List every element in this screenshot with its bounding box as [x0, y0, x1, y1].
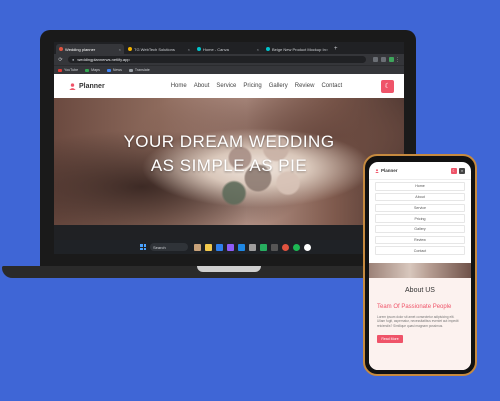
hero-title-line2: AS SIMPLE AS PIE: [150, 156, 308, 175]
hero-title-line1: YOUR DREAM WEDDING: [123, 132, 335, 151]
widgets-icon[interactable]: [194, 243, 201, 251]
nav-service[interactable]: Service: [216, 83, 236, 89]
laptop-notch: [197, 266, 261, 272]
address-bar[interactable]: ● weddingplannerws.netlify.app: [68, 56, 366, 63]
site-header: Planner Home About Service Pricing Galle…: [54, 74, 404, 98]
menu-dots-icon[interactable]: ⋮: [394, 57, 401, 63]
close-tab-icon[interactable]: ×: [188, 47, 190, 52]
main-nav: Home About Service Pricing Gallery Revie…: [171, 83, 349, 89]
site-logo[interactable]: Planner: [69, 83, 105, 90]
mobile-nav-gallery[interactable]: Gallery: [375, 224, 465, 234]
reload-icon[interactable]: ⟳: [57, 57, 64, 63]
terminal-icon[interactable]: [249, 243, 256, 251]
settings-icon[interactable]: [271, 243, 278, 251]
laptop-screen: Wedding planner × TG WebTech Solutions ×…: [54, 42, 404, 254]
phone-screen: Planner ☾ × Home About Service Pricing G…: [369, 162, 471, 370]
nav-about[interactable]: About: [194, 83, 210, 89]
lock-icon: ●: [72, 57, 75, 62]
bookmark-label: YouTube: [64, 68, 79, 72]
mobile-nav-pricing[interactable]: Pricing: [375, 214, 465, 223]
close-tab-icon[interactable]: ×: [326, 47, 328, 52]
browser-tabbar: Wedding planner × TG WebTech Solutions ×…: [54, 42, 404, 54]
mobile-header: Planner ☾ ×: [369, 162, 471, 180]
bookmark-translate[interactable]: Translate: [128, 68, 150, 72]
bookmark-news[interactable]: News: [106, 68, 122, 72]
bookmark-youtube[interactable]: YouTube: [58, 68, 78, 72]
close-tab-icon[interactable]: ×: [119, 47, 121, 52]
nav-contact[interactable]: Contact: [321, 83, 342, 89]
windows-start-icon[interactable]: [140, 244, 146, 250]
nav-review[interactable]: Review: [295, 83, 315, 89]
mobile-hero-image: [369, 262, 471, 278]
mobile-nav-review[interactable]: Review: [375, 235, 465, 245]
mobile-nav-service[interactable]: Service: [375, 203, 465, 213]
windows-taskbar: Search ENG IN: [54, 240, 404, 254]
bookmark-label: News: [112, 68, 122, 72]
browser-toolbar: ⟳ ● weddingplannerws.netlify.app ⋮: [54, 54, 404, 65]
app-icon[interactable]: [304, 243, 311, 251]
browser-tab-2[interactable]: TG WebTech Solutions ×: [125, 44, 193, 54]
mobile-logo[interactable]: Planner: [375, 168, 398, 173]
store-icon[interactable]: [216, 243, 223, 251]
mobile-nav-home[interactable]: Home: [375, 182, 465, 191]
maps-icon: [85, 68, 90, 72]
close-tab-icon[interactable]: ×: [257, 47, 259, 52]
app-icon[interactable]: [260, 243, 267, 251]
about-paragraph: Lorem ipsum dolor sit amet consectetur a…: [377, 314, 459, 328]
tab-label: Wedding planner: [65, 46, 96, 52]
tab-label: Home - Canva: [203, 46, 229, 52]
chrome-icon[interactable]: [282, 243, 289, 251]
team-heading: Team Of Passionate People: [377, 303, 452, 310]
favicon-icon: [197, 47, 201, 51]
bookmark-label: Translate: [134, 68, 150, 72]
moon-icon[interactable]: ☾: [451, 167, 457, 174]
vscode-icon[interactable]: [238, 243, 245, 251]
bookmark-label: Maps: [91, 68, 100, 72]
read-more-button[interactable]: Read More: [377, 334, 403, 343]
browser-tab-4[interactable]: Beige New Product Mockup In ×: [263, 44, 331, 54]
logo-text: Planner: [79, 82, 105, 90]
mobile-header-buttons: ☾ ×: [449, 167, 465, 174]
bookmarks-bar: YouTube Maps News Translate: [54, 65, 404, 74]
close-menu-icon[interactable]: ×: [459, 167, 465, 174]
file-explorer-icon[interactable]: [205, 243, 212, 251]
news-icon: [106, 68, 111, 72]
favicon-icon: [128, 47, 132, 51]
tab-label: Beige New Product Mockup In: [272, 46, 326, 52]
url-text: weddingplannerws.netlify.app: [77, 57, 130, 62]
mobile-nav-contact[interactable]: Contact: [375, 246, 465, 255]
favicon-icon: [59, 47, 63, 51]
taskbar-search[interactable]: Search: [150, 243, 188, 251]
nav-pricing[interactable]: Pricing: [243, 83, 261, 89]
visual-studio-icon[interactable]: [227, 243, 234, 251]
bookmark-maps[interactable]: Maps: [85, 68, 100, 72]
browser-tab-1[interactable]: Wedding planner ×: [56, 44, 124, 54]
dark-mode-toggle[interactable]: ☾: [381, 79, 394, 93]
spotify-icon[interactable]: [293, 243, 300, 251]
youtube-icon: [58, 68, 62, 72]
nav-home[interactable]: Home: [171, 83, 187, 89]
favicon-icon: [266, 47, 270, 51]
moon-icon: ☾: [384, 83, 391, 90]
user-icon: [375, 168, 379, 173]
translate-icon: [128, 68, 133, 72]
about-title: About US: [405, 286, 435, 294]
nav-gallery[interactable]: Gallery: [269, 83, 288, 89]
extension-icon[interactable]: [373, 57, 378, 62]
about-section: About US Team Of Passionate People Lorem…: [369, 277, 471, 370]
extension-icon[interactable]: [381, 57, 386, 62]
user-icon: [69, 82, 76, 90]
hero-section: YOUR DREAM WEDDING AS SIMPLE AS PIE: [54, 98, 404, 225]
browser-tab-3[interactable]: Home - Canva ×: [194, 44, 262, 54]
new-tab-button[interactable]: +: [334, 44, 338, 54]
search-label: Search: [153, 244, 166, 250]
logo-text: Planner: [381, 168, 398, 173]
mobile-nav-about[interactable]: About: [375, 192, 465, 202]
tab-label: TG WebTech Solutions: [134, 46, 175, 52]
